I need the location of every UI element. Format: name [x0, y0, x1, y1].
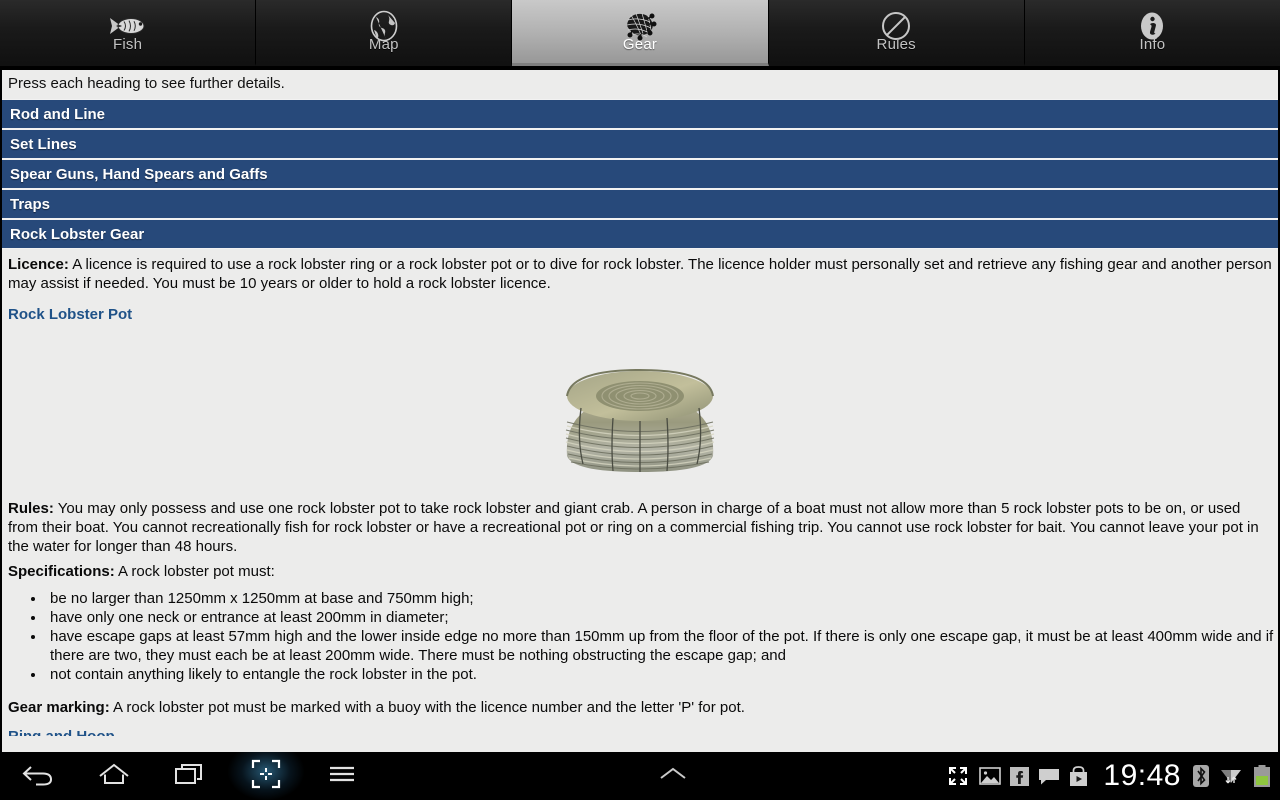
tab-info-label: Info — [1139, 36, 1166, 53]
tab-fish[interactable]: Fish — [0, 0, 257, 66]
specifications-label: Specifications: — [8, 563, 115, 580]
content-scroll-area[interactable]: Press each heading to see further detail… — [0, 70, 1280, 752]
specifications-text: A rock lobster pot must: — [114, 563, 275, 580]
main-tab-bar: Fish Map Gear Rules Info — [0, 0, 1280, 68]
status-tray[interactable]: 19:48 — [946, 752, 1280, 800]
gear-marking-paragraph: Gear marking: A rock lobster pot must be… — [8, 698, 1274, 717]
app-root: Fish Map Gear Rules Info Press each head… — [0, 0, 1280, 800]
licence-paragraph: Licence: A licence is required to use a … — [8, 255, 1274, 293]
recent-apps-button[interactable] — [152, 752, 228, 800]
rock-lobster-gear-body: Licence: A licence is required to use a … — [2, 255, 1278, 736]
rules-paragraph: Rules: You may only possess and use one … — [8, 499, 1274, 556]
screenshot-button[interactable] — [228, 752, 304, 800]
accordion-header-set-lines[interactable]: Set Lines — [2, 129, 1278, 159]
rock-lobster-pot-figure — [6, 324, 1274, 493]
play-store-icon[interactable] — [1069, 765, 1088, 787]
wifi-icon[interactable] — [1219, 764, 1243, 788]
accordion-header-spear-guns[interactable]: Spear Guns, Hand Spears and Gaffs — [2, 159, 1278, 189]
gear-marking-label: Gear marking: — [8, 699, 110, 716]
rules-label: Rules: — [8, 500, 54, 517]
list-item: be no larger than 1250mm x 1250mm at bas… — [46, 589, 1274, 608]
specifications-paragraph: Specifications: A rock lobster pot must: — [8, 562, 1274, 581]
rock-lobster-pot-link[interactable]: Rock Lobster Pot — [8, 305, 1274, 324]
home-icon — [97, 761, 131, 792]
rules-text: You may only possess and use one rock lo… — [8, 500, 1259, 555]
tab-info[interactable]: Info — [1024, 0, 1280, 66]
tab-map[interactable]: Map — [256, 0, 513, 66]
facebook-icon[interactable] — [1010, 766, 1030, 786]
tab-rules-label: Rules — [876, 36, 916, 53]
message-icon[interactable] — [1038, 767, 1060, 786]
licence-label: Licence: — [8, 256, 69, 273]
bluetooth-icon[interactable] — [1192, 764, 1210, 788]
menu-icon — [327, 763, 357, 790]
gear-marking-text: A rock lobster pot must be marked with a… — [109, 699, 745, 716]
nav-center-group[interactable] — [400, 765, 946, 788]
list-item: have only one neck or entrance at least … — [46, 608, 1274, 627]
status-clock: 19:48 — [1103, 759, 1181, 792]
intro-text: Press each heading to see further detail… — [8, 75, 285, 92]
tab-map-label: Map — [368, 36, 399, 53]
back-button[interactable] — [0, 752, 76, 800]
list-item: not contain anything likely to entangle … — [46, 665, 1274, 684]
licence-text: A licence is required to use a rock lobs… — [8, 256, 1272, 292]
accordion-header-rock-lobster-gear[interactable]: Rock Lobster Gear — [2, 219, 1278, 249]
list-item: have escape gaps at least 57mm high and … — [46, 627, 1274, 665]
tab-fish-label: Fish — [113, 36, 143, 53]
back-icon — [21, 761, 55, 792]
chevron-up-icon — [656, 765, 690, 788]
system-navigation-bar: 19:48 — [0, 752, 1280, 800]
screenshot-icon — [251, 759, 281, 794]
nav-left-group — [0, 752, 400, 800]
gear-accordion: Rod and Line Set Lines Spear Guns, Hand … — [2, 99, 1278, 249]
expand-icon[interactable] — [946, 764, 970, 788]
tab-rules[interactable]: Rules — [768, 0, 1025, 66]
menu-button[interactable] — [304, 752, 380, 800]
rock-lobster-pot-image — [565, 368, 715, 472]
specifications-list: be no larger than 1250mm x 1250mm at bas… — [46, 589, 1274, 684]
accordion-header-rod-and-line[interactable]: Rod and Line — [2, 99, 1278, 129]
image-icon[interactable] — [979, 766, 1002, 786]
battery-icon[interactable] — [1252, 764, 1272, 788]
home-button[interactable] — [76, 752, 152, 800]
next-section-link-clipped[interactable]: Ring and Hoop — [8, 727, 1274, 736]
recents-icon — [173, 761, 207, 792]
tab-gear-label: Gear — [622, 36, 658, 53]
tab-gear[interactable]: Gear — [512, 0, 769, 66]
accordion-header-traps[interactable]: Traps — [2, 189, 1278, 219]
